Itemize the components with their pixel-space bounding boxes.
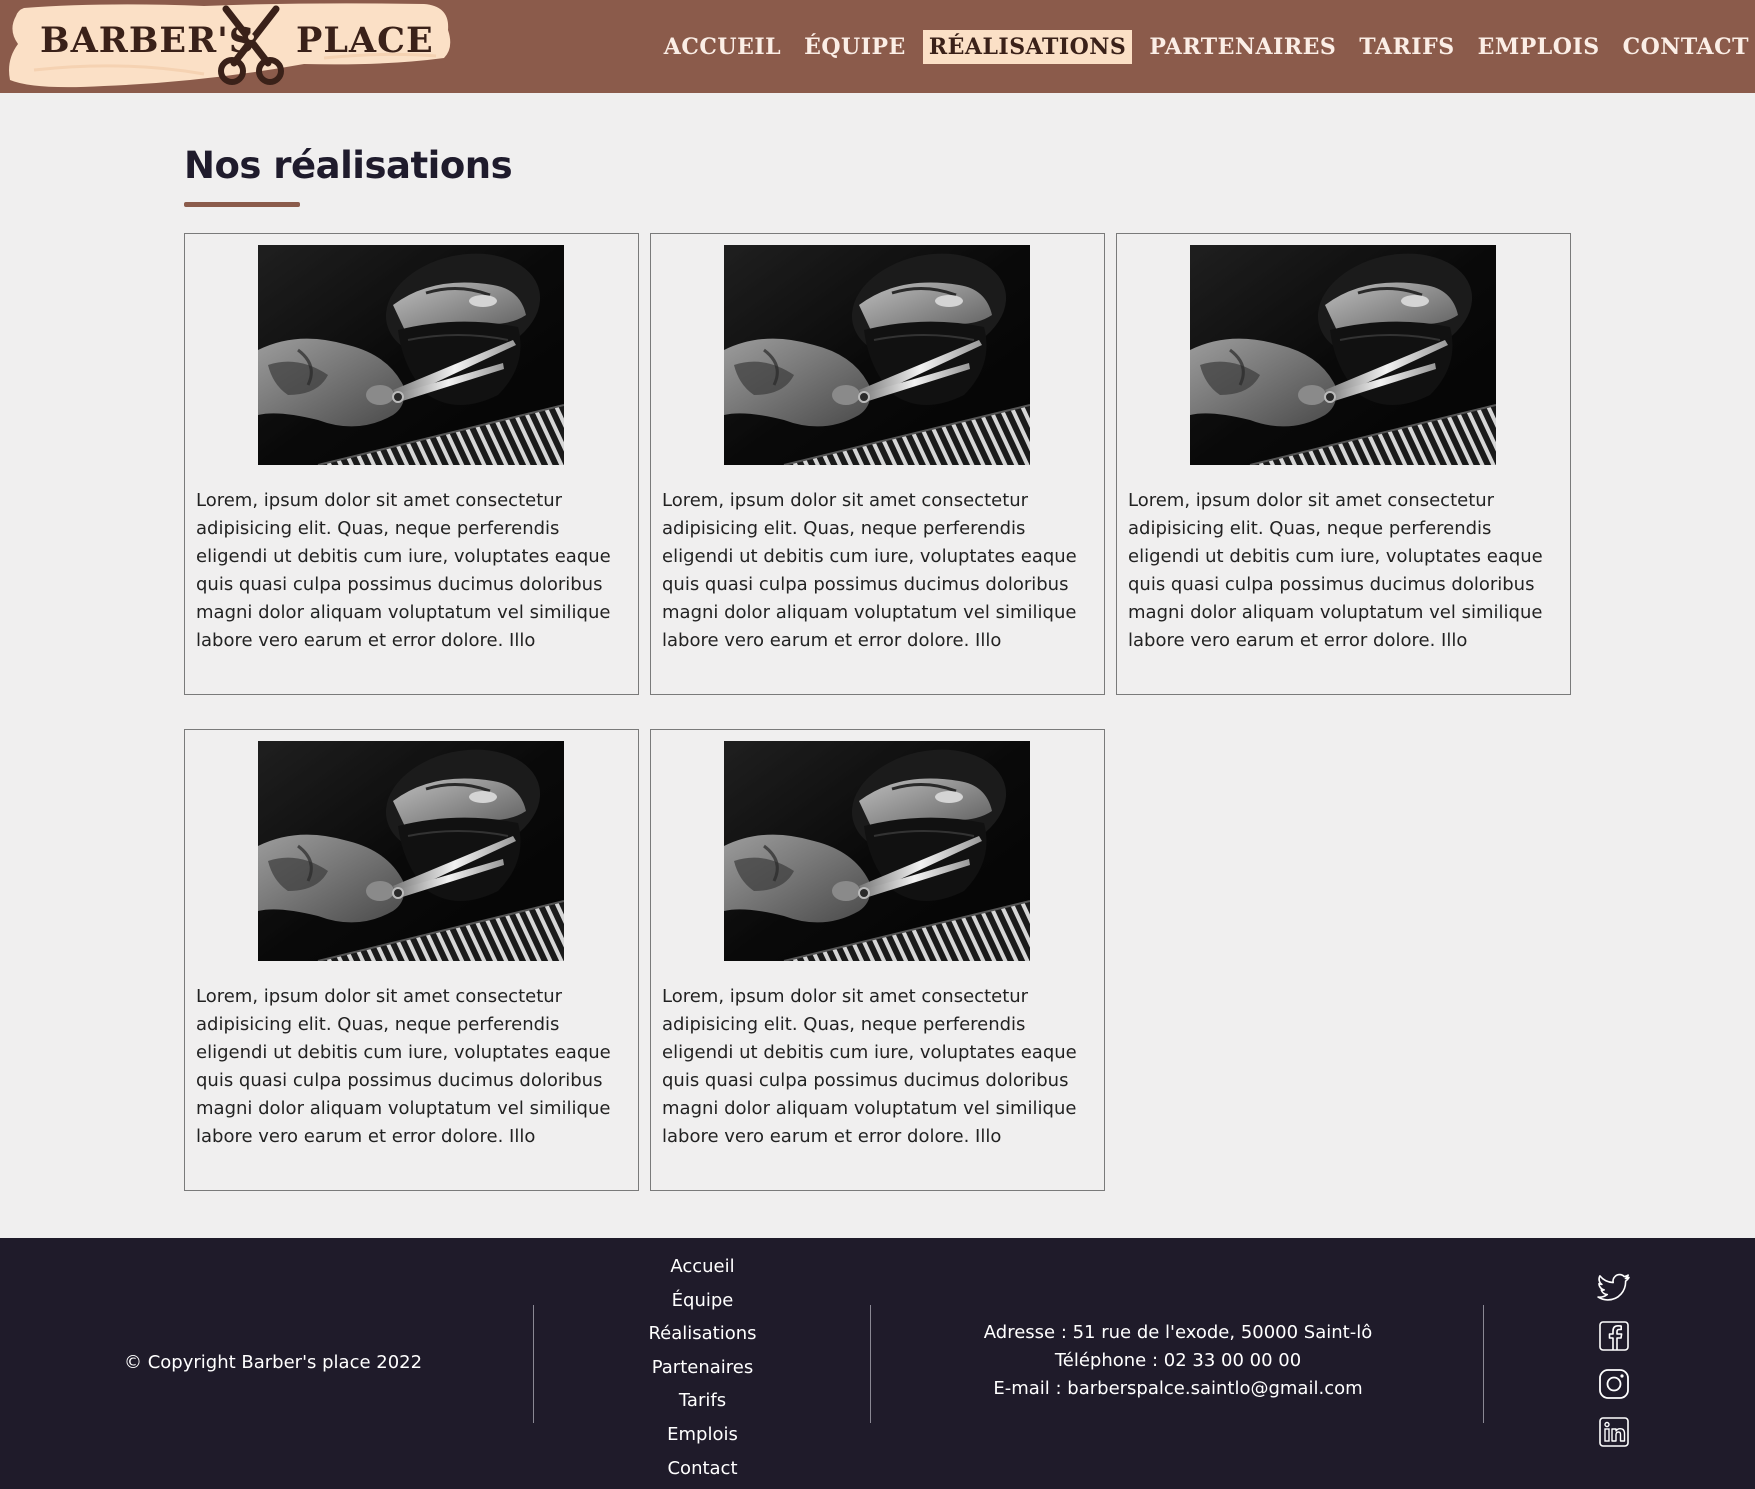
title-underline — [184, 202, 300, 207]
footer: © Copyright Barber's place 2022 Accueil … — [0, 1238, 1755, 1489]
footer-link-contact[interactable]: Contact — [667, 1452, 737, 1486]
barber-photo — [258, 741, 564, 961]
contact-phone: Téléphone : 02 33 00 00 00 — [1054, 1350, 1302, 1371]
logo[interactable]: BARBER'S PLACE — [4, 0, 451, 90]
realisation-card: Lorem, ipsum dolor sit amet consectetur … — [650, 233, 1105, 695]
twitter-icon[interactable] — [1596, 1270, 1632, 1306]
barber-photo — [724, 245, 1030, 465]
nav-item-tarifs[interactable]: TARIFS — [1353, 30, 1460, 64]
instagram-icon[interactable] — [1596, 1366, 1632, 1402]
barber-photo — [724, 741, 1030, 961]
nav-item-accueil[interactable]: ACCUEIL — [658, 30, 787, 64]
header: BARBER'S PLACE ACCUEIL ÉQUIPE RÉALISATIO… — [0, 0, 1755, 93]
footer-link-emplois[interactable]: Emplois — [667, 1418, 738, 1452]
page-title: Nos réalisations — [184, 144, 513, 187]
footer-link-tarifs[interactable]: Tarifs — [679, 1384, 726, 1418]
realisation-card: Lorem, ipsum dolor sit amet consectetur … — [1116, 233, 1571, 695]
card-text: Lorem, ipsum dolor sit amet consectetur … — [1128, 490, 1543, 651]
card-text: Lorem, ipsum dolor sit amet consectetur … — [662, 986, 1077, 1147]
logo-text-right: PLACE — [296, 20, 434, 61]
footer-contact: Adresse : 51 rue de l'exode, 50000 Saint… — [878, 1319, 1478, 1403]
footer-links: Accueil Équipe Réalisations Partenaires … — [590, 1250, 815, 1485]
footer-link-realisations[interactable]: Réalisations — [648, 1317, 756, 1351]
footer-link-equipe[interactable]: Équipe — [672, 1284, 734, 1318]
linkedin-icon[interactable] — [1596, 1414, 1632, 1450]
card-text: Lorem, ipsum dolor sit amet consectetur … — [196, 986, 611, 1147]
barber-photo — [258, 245, 564, 465]
nav-item-partenaires[interactable]: PARTENAIRES — [1143, 30, 1342, 64]
nav-item-equipe[interactable]: ÉQUIPE — [798, 30, 912, 64]
realisation-card: Lorem, ipsum dolor sit amet consectetur … — [650, 729, 1105, 1191]
main-nav: ACCUEIL ÉQUIPE RÉALISATIONS PARTENAIRES … — [647, 28, 1755, 65]
nav-item-contact[interactable]: CONTACT — [1617, 30, 1755, 64]
footer-divider — [1483, 1305, 1484, 1423]
facebook-icon[interactable] — [1596, 1318, 1632, 1354]
footer-divider — [533, 1305, 534, 1423]
nav-item-realisations[interactable]: RÉALISATIONS — [922, 29, 1133, 64]
nav-item-emplois[interactable]: EMPLOIS — [1472, 30, 1606, 64]
footer-link-accueil[interactable]: Accueil — [670, 1250, 734, 1284]
footer-divider — [870, 1305, 871, 1423]
footer-link-partenaires[interactable]: Partenaires — [652, 1351, 754, 1385]
realisation-card: Lorem, ipsum dolor sit amet consectetur … — [184, 233, 639, 695]
copyright: © Copyright Barber's place 2022 — [124, 1352, 423, 1373]
card-text: Lorem, ipsum dolor sit amet consectetur … — [662, 490, 1077, 651]
contact-email[interactable]: E-mail : barberspalce.saintlo@gmail.com — [878, 1375, 1478, 1403]
card-text: Lorem, ipsum dolor sit amet consectetur … — [196, 490, 611, 651]
barber-photo — [1190, 245, 1496, 465]
contact-address: Adresse : 51 rue de l'exode, 50000 Saint… — [983, 1322, 1373, 1343]
realisation-card: Lorem, ipsum dolor sit amet consectetur … — [184, 729, 639, 1191]
scissors-icon — [218, 5, 284, 85]
